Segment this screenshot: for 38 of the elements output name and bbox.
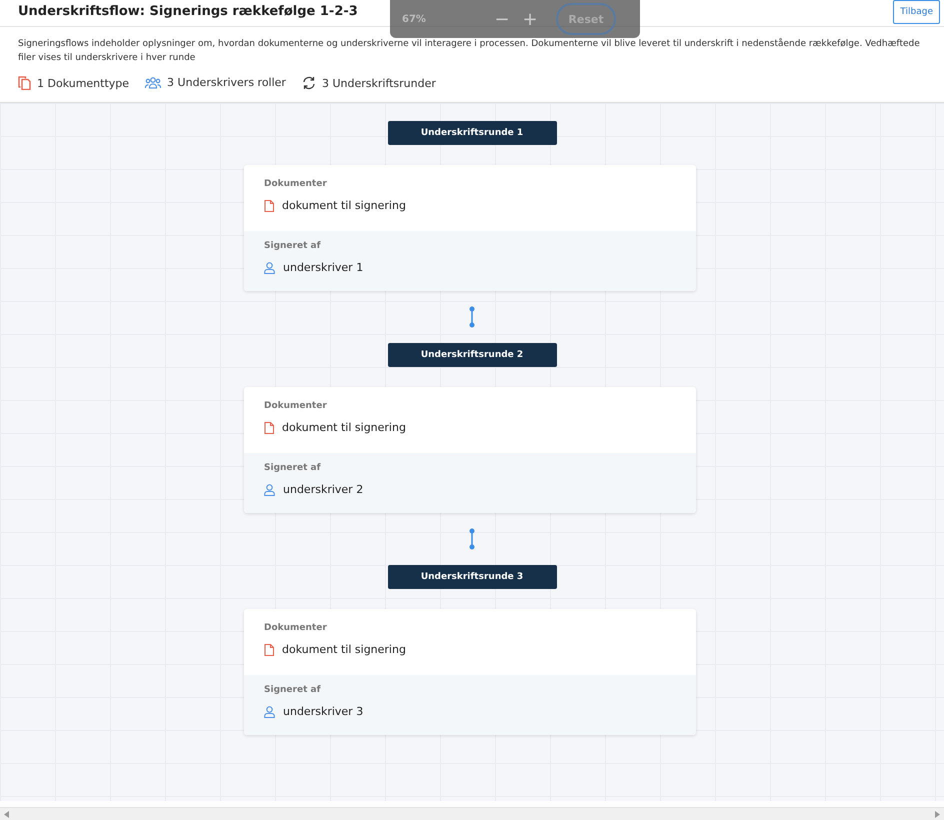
section-label: Signeret af: [264, 463, 322, 473]
back-button[interactable]: Tilbage: [893, 0, 940, 24]
document-icon: [264, 422, 274, 434]
zoom-out-button[interactable]: −: [488, 8, 516, 30]
section-label: Dokumenter: [264, 179, 328, 189]
zoom-in-button[interactable]: +: [516, 8, 544, 30]
zoom-level: 67%: [402, 14, 427, 24]
stat-label: 1 Dokumenttype: [37, 76, 130, 90]
round-header: Underskriftsrunde 1: [388, 121, 556, 145]
refresh-icon: [302, 76, 316, 90]
signer-name: underskriver 2: [283, 483, 364, 496]
user-icon: [264, 484, 275, 496]
section-label: Dokumenter: [264, 623, 328, 633]
round-header: Underskriftsrunde 3: [388, 565, 556, 589]
document-name: dokument til signering: [282, 643, 406, 656]
copy-icon: [18, 76, 31, 90]
connector-line: [468, 306, 476, 328]
signer-name: underskriver 3: [283, 705, 364, 718]
signer-name: underskriver 1: [283, 261, 364, 274]
horizontal-scrollbar[interactable]: [0, 807, 944, 820]
user-icon: [264, 262, 275, 274]
stat-label: 3 Underskriftsrunder: [322, 76, 436, 90]
document-icon: [264, 644, 274, 656]
users-icon: [145, 76, 162, 88]
connector-line: [468, 528, 476, 550]
page-title: Underskriftsflow: Signerings rækkefølge 1-2-3: [18, 4, 358, 19]
document-name: dokument til signering: [282, 199, 406, 212]
section-label: Signeret af: [264, 685, 322, 695]
document-icon: [264, 200, 274, 212]
section-label: Signeret af: [264, 241, 322, 251]
user-icon: [264, 706, 275, 718]
stat-label: 3 Underskrivers roller: [167, 76, 286, 89]
section-label: Dokumenter: [264, 401, 328, 411]
scroll-left-icon[interactable]: [4, 811, 9, 818]
scroll-right-icon[interactable]: [935, 811, 940, 818]
document-name: dokument til signering: [282, 421, 406, 434]
description-text: Signeringsflows indeholder oplysninger om, hvordan dokumenterne og underskriverne vil interagere i processen. Dokumenterne vil blive leveret til underskrift i nedenstående rækkefølge. Vedhæftede filer vises til underskrivere i hver runde: [17, 37, 921, 65]
round-header: Underskriftsrunde 2: [388, 343, 556, 367]
